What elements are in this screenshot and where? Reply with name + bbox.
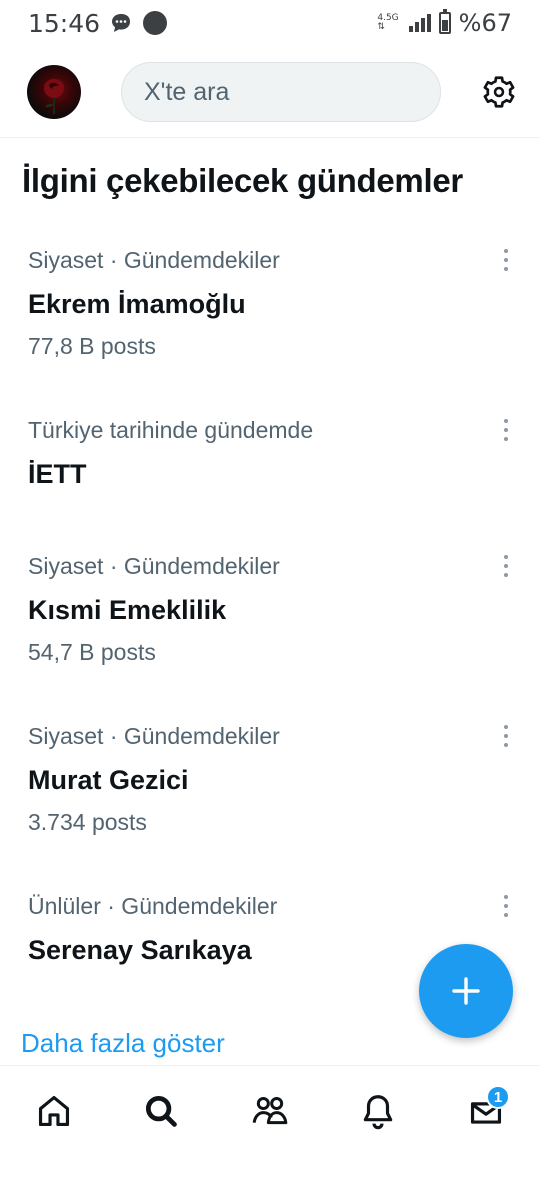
trend-item[interactable]: Türkiye tarihinde gündemde İETT xyxy=(0,417,540,507)
trend-post-count: 3.734 posts xyxy=(28,809,147,835)
more-options-icon[interactable] xyxy=(498,893,514,919)
trend-name: İETT xyxy=(28,459,87,489)
trend-category: Ünlüler · Gündemdekiler xyxy=(28,893,278,919)
trend-item[interactable]: Siyaset · Gündemdekiler Ekrem İmamoğlu 7… xyxy=(0,247,540,367)
bottom-navigation: 1 xyxy=(0,1065,540,1200)
trend-item[interactable]: Siyaset · Gündemdekiler Kısmi Emeklilik … xyxy=(0,553,540,673)
more-options-icon[interactable] xyxy=(498,417,514,443)
network-indicator: 4.5G ⇅ xyxy=(377,14,398,32)
nav-search-button[interactable] xyxy=(141,1091,181,1131)
trend-name: Ekrem İmamoğlu xyxy=(28,289,246,319)
status-left: 15:46 xyxy=(28,9,168,38)
top-header xyxy=(0,46,540,138)
page-title: İlgini çekebilecek gündemler xyxy=(22,162,463,199)
nav-communities-button[interactable] xyxy=(250,1091,290,1131)
trend-post-count: 77,8 B posts xyxy=(28,333,156,359)
battery-icon xyxy=(438,9,451,34)
search-input[interactable] xyxy=(144,77,440,107)
status-right: 4.5G ⇅ %67 xyxy=(377,9,512,37)
trend-category: Siyaset · Gündemdekiler xyxy=(28,553,280,579)
home-icon xyxy=(38,1095,70,1127)
data-arrows-icon: ⇅ xyxy=(377,22,385,32)
nav-notifications-button[interactable] xyxy=(358,1091,398,1131)
trend-name: Serenay Sarıkaya xyxy=(28,935,252,965)
more-options-icon[interactable] xyxy=(498,247,514,273)
communities-icon xyxy=(252,1097,288,1125)
trend-item[interactable]: Siyaset · Gündemdekiler Murat Gezici 3.7… xyxy=(0,723,540,843)
messages-badge: 1 xyxy=(486,1085,510,1109)
plus-icon xyxy=(452,977,480,1005)
trend-category: Siyaset · Gündemdekiler xyxy=(28,723,280,749)
avatar[interactable] xyxy=(27,65,81,119)
chat-bubble-icon xyxy=(112,14,131,32)
compose-post-button[interactable] xyxy=(419,944,513,1038)
show-more-link[interactable]: Daha fazla göster xyxy=(21,1028,225,1059)
avatar-rose-image xyxy=(44,79,64,114)
trend-category: Türkiye tarihinde gündemde xyxy=(28,417,314,443)
signal-icon xyxy=(408,14,431,32)
search-bar[interactable] xyxy=(121,62,441,122)
more-options-icon[interactable] xyxy=(498,553,514,579)
trend-name: Kısmi Emeklilik xyxy=(28,595,227,625)
search-icon xyxy=(145,1095,177,1127)
gear-icon[interactable] xyxy=(481,74,517,110)
status-bar: 15:46 4.5G ⇅ %67 xyxy=(0,0,540,46)
notifications-icon xyxy=(363,1095,393,1130)
nav-home-button[interactable] xyxy=(34,1091,74,1131)
trend-name: Murat Gezici xyxy=(28,765,189,795)
status-time: 15:46 xyxy=(28,8,101,38)
more-options-icon[interactable] xyxy=(498,723,514,749)
circle-notification-icon xyxy=(143,11,168,35)
trend-category: Siyaset · Gündemdekiler xyxy=(28,247,280,273)
battery-percent: %67 xyxy=(458,9,512,37)
trend-post-count: 54,7 B posts xyxy=(28,639,156,665)
